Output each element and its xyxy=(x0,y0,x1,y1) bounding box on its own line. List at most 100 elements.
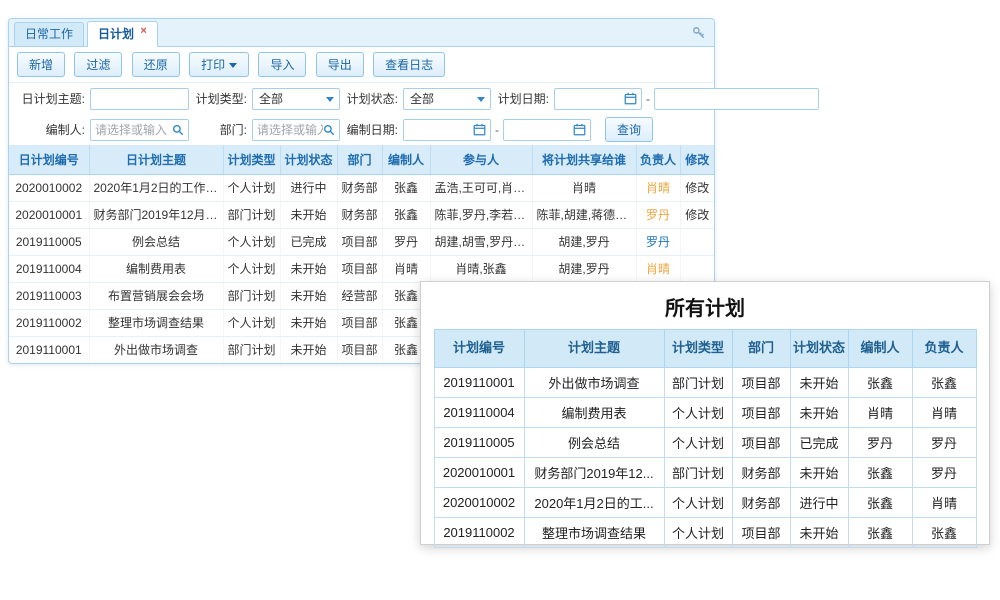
filter-button[interactable]: 过滤 xyxy=(74,52,122,77)
all-plans-dept-cell: 项目部 xyxy=(732,398,790,428)
search-icon[interactable] xyxy=(323,124,335,136)
modify-link xyxy=(680,255,714,282)
all-plans-subject-cell: 外出做市场调查 xyxy=(524,368,664,398)
plan-type-cell: 个人计划 xyxy=(223,255,280,282)
plan-owner-link[interactable]: 罗丹 xyxy=(636,228,680,255)
plan-type-cell: 部门计划 xyxy=(223,336,280,363)
plan-owner-link[interactable]: 肖晴 xyxy=(636,255,680,282)
all-plans-type-cell: 部门计划 xyxy=(664,458,732,488)
plan-participants-cell: 陈菲,罗丹,李若若,罗... xyxy=(430,201,532,228)
plan-subject-link[interactable]: 布置营销展会会场 xyxy=(89,282,223,309)
plan-dept-cell: 项目部 xyxy=(337,255,382,282)
plan-subject-link[interactable]: 例会总结 xyxy=(89,228,223,255)
all-plans-type-cell: 个人计划 xyxy=(664,488,732,518)
all-plans-status-cell: 未开始 xyxy=(790,458,848,488)
all-plans-row: 2019110001外出做市场调查部门计划项目部未开始张鑫张鑫 xyxy=(434,368,976,398)
toolbar: 新增 过滤 还原 打印 导入 导出 查看日志 xyxy=(9,47,714,83)
restore-button[interactable]: 还原 xyxy=(132,52,180,77)
column-header: 计划类型 xyxy=(664,330,732,368)
subject-filter-label: 日计划主题: xyxy=(17,90,85,107)
plan-subject-link[interactable]: 外出做市场调查 xyxy=(89,336,223,363)
plan-participants-cell: 孟浩,王可可,肖晴,张鑫 xyxy=(430,174,532,201)
plan-id-link[interactable]: 2019110002 xyxy=(9,309,89,336)
status-filter-label: 计划状态: xyxy=(340,90,398,107)
plan-id-link[interactable]: 2019110003 xyxy=(9,282,89,309)
plan-owner-link[interactable]: 肖晴 xyxy=(636,174,680,201)
all-plans-dept-cell: 财务部 xyxy=(732,488,790,518)
plan-subject-link[interactable]: 整理市场调查结果 xyxy=(89,309,223,336)
daily-plan-row: 2020010001财务部门2019年12月的...部门计划未开始财务部张鑫陈菲… xyxy=(9,201,714,228)
type-filter-select[interactable]: 全部 xyxy=(252,88,340,110)
column-header: 编制人 xyxy=(382,145,430,174)
query-button[interactable]: 查询 xyxy=(605,117,653,142)
plan-status-cell: 未开始 xyxy=(280,255,337,282)
all-plans-dept-cell: 项目部 xyxy=(732,428,790,458)
plan-id-link[interactable]: 2019110001 xyxy=(9,336,89,363)
calendar-icon[interactable] xyxy=(573,123,586,136)
date-separator: - xyxy=(646,92,650,106)
add-button[interactable]: 新增 xyxy=(17,52,65,77)
plan-date-filter-label: 计划日期: xyxy=(491,90,549,107)
plan-id-link[interactable]: 2019110005 xyxy=(9,228,89,255)
column-header: 计划主题 xyxy=(524,330,664,368)
plan-status-cell: 进行中 xyxy=(280,174,337,201)
column-header: 负责人 xyxy=(912,330,976,368)
dept-filter-input[interactable] xyxy=(257,123,323,137)
plan-status-cell: 未开始 xyxy=(280,201,337,228)
plan-id-link[interactable]: 2020010002 xyxy=(9,174,89,201)
search-icon[interactable] xyxy=(172,124,184,136)
plan-author-cell: 张鑫 xyxy=(382,201,430,228)
author-filter-field[interactable] xyxy=(90,119,189,141)
plan-id-link[interactable]: 2020010001 xyxy=(9,201,89,228)
print-button-label: 打印 xyxy=(201,58,225,72)
close-tab-icon[interactable]: × xyxy=(140,25,146,37)
column-header: 计划状态 xyxy=(280,145,337,174)
plan-date-to-input[interactable] xyxy=(659,92,814,106)
compile-date-to-field[interactable] xyxy=(503,119,591,141)
column-header: 日计划编号 xyxy=(9,145,89,174)
view-log-button[interactable]: 查看日志 xyxy=(373,52,445,77)
plan-date-from-input[interactable] xyxy=(559,92,624,106)
subject-filter-input[interactable] xyxy=(90,88,189,110)
tab-daily-plan[interactable]: 日计划 × xyxy=(87,21,158,47)
plan-subject-link[interactable]: 2020年1月2日的工作日... xyxy=(89,174,223,201)
chevron-down-icon xyxy=(229,63,237,68)
calendar-icon[interactable] xyxy=(473,123,486,136)
plan-owner-link[interactable]: 罗丹 xyxy=(636,201,680,228)
all-plans-subject-cell: 2020年1月2日的工... xyxy=(524,488,664,518)
all-plans-id-cell: 2019110001 xyxy=(434,368,524,398)
tab-label: 日常工作 xyxy=(25,27,73,41)
plan-date-from-field[interactable] xyxy=(554,88,642,110)
author-filter-input[interactable] xyxy=(95,123,172,137)
plan-status-cell: 已完成 xyxy=(280,228,337,255)
export-button[interactable]: 导出 xyxy=(316,52,364,77)
compile-date-from-input[interactable] xyxy=(408,123,473,137)
plan-status-cell: 未开始 xyxy=(280,336,337,363)
column-header: 负责人 xyxy=(636,145,680,174)
dept-filter-field[interactable] xyxy=(252,119,340,141)
calendar-icon[interactable] xyxy=(624,92,637,105)
compile-date-from-field[interactable] xyxy=(403,119,491,141)
plan-subject-link[interactable]: 财务部门2019年12月的... xyxy=(89,201,223,228)
plan-subject-link[interactable]: 编制费用表 xyxy=(89,255,223,282)
all-plans-author-cell: 张鑫 xyxy=(848,518,912,548)
column-header: 计划状态 xyxy=(790,330,848,368)
print-button[interactable]: 打印 xyxy=(189,52,249,77)
all-plans-status-cell: 未开始 xyxy=(790,398,848,428)
status-filter-select[interactable]: 全部 xyxy=(403,88,491,110)
key-icon[interactable] xyxy=(692,26,706,43)
column-header: 将计划共享给谁 xyxy=(532,145,636,174)
import-button[interactable]: 导入 xyxy=(258,52,306,77)
all-plans-status-cell: 未开始 xyxy=(790,368,848,398)
all-plans-dept-cell: 财务部 xyxy=(732,458,790,488)
compile-date-to-input[interactable] xyxy=(508,123,573,137)
plan-date-to-field[interactable] xyxy=(654,88,819,110)
modify-link[interactable]: 修改 xyxy=(680,201,714,228)
all-plans-type-cell: 个人计划 xyxy=(664,398,732,428)
modify-link xyxy=(680,228,714,255)
plan-id-link[interactable]: 2019110004 xyxy=(9,255,89,282)
modify-link[interactable]: 修改 xyxy=(680,174,714,201)
all-plans-author-cell: 张鑫 xyxy=(848,458,912,488)
all-plans-status-cell: 已完成 xyxy=(790,428,848,458)
tab-daily-work[interactable]: 日常工作 xyxy=(14,22,84,46)
